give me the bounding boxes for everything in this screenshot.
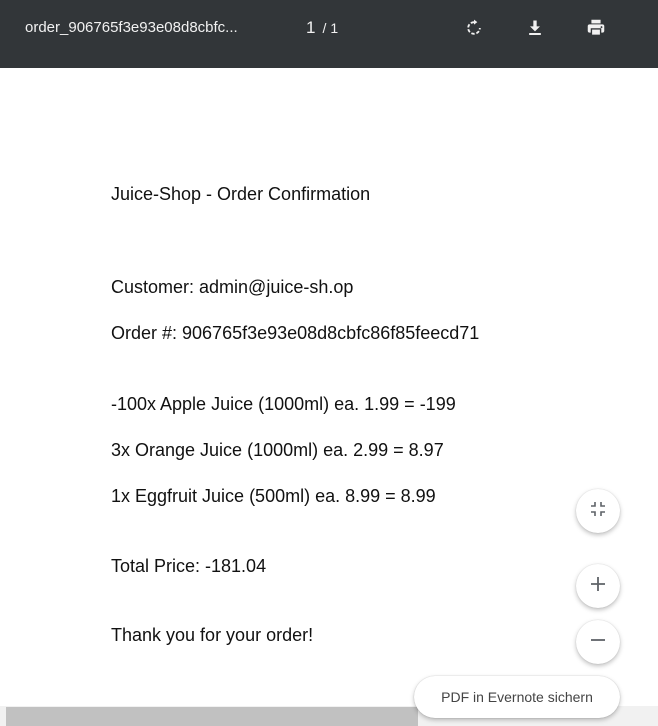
customer-line: Customer: admin@juice-sh.op — [111, 277, 354, 297]
download-icon — [525, 18, 545, 43]
line-item: -100x Apple Juice (1000ml) ea. 1.99 = -1… — [111, 394, 456, 414]
page-indicator: 1/1 — [306, 18, 342, 38]
line-item: 3x Orange Juice (1000ml) ea. 2.99 = 8.97 — [111, 440, 444, 460]
pdf-page: Juice-Shop - Order Confirmation Customer… — [0, 68, 658, 726]
page-separator: / — [322, 20, 327, 36]
total-price-line: Total Price: -181.04 — [111, 556, 267, 576]
print-icon — [585, 17, 607, 44]
save-to-evernote-button[interactable]: PDF in Evernote sichern — [414, 676, 620, 718]
document-title: Juice-Shop - Order Confirmation — [111, 184, 371, 204]
rotate-icon — [464, 18, 484, 43]
download-button[interactable] — [515, 14, 555, 46]
minus-icon — [590, 632, 606, 653]
fit-to-page-button[interactable] — [576, 489, 620, 533]
print-button[interactable] — [576, 14, 616, 46]
horizontal-scrollbar-thumb[interactable] — [6, 707, 418, 726]
file-name: order_906765f3e93e08d8cbfc... — [25, 19, 238, 36]
rotate-button[interactable] — [454, 14, 494, 46]
fit-to-page-icon — [590, 501, 606, 522]
plus-icon — [590, 576, 606, 597]
order-number-line: Order #: 906765f3e93e08d8cbfc86f85feecd7… — [111, 323, 480, 343]
current-page[interactable]: 1 — [306, 18, 315, 37]
zoom-in-button[interactable] — [576, 564, 620, 608]
total-pages: 1 — [330, 20, 339, 36]
line-item: 1x Eggfruit Juice (500ml) ea. 8.99 = 8.9… — [111, 486, 436, 506]
thank-you-line: Thank you for your order! — [111, 625, 314, 645]
pdf-toolbar: order_906765f3e93e08d8cbfc... 1/1 — [0, 0, 658, 68]
zoom-out-button[interactable] — [576, 620, 620, 664]
